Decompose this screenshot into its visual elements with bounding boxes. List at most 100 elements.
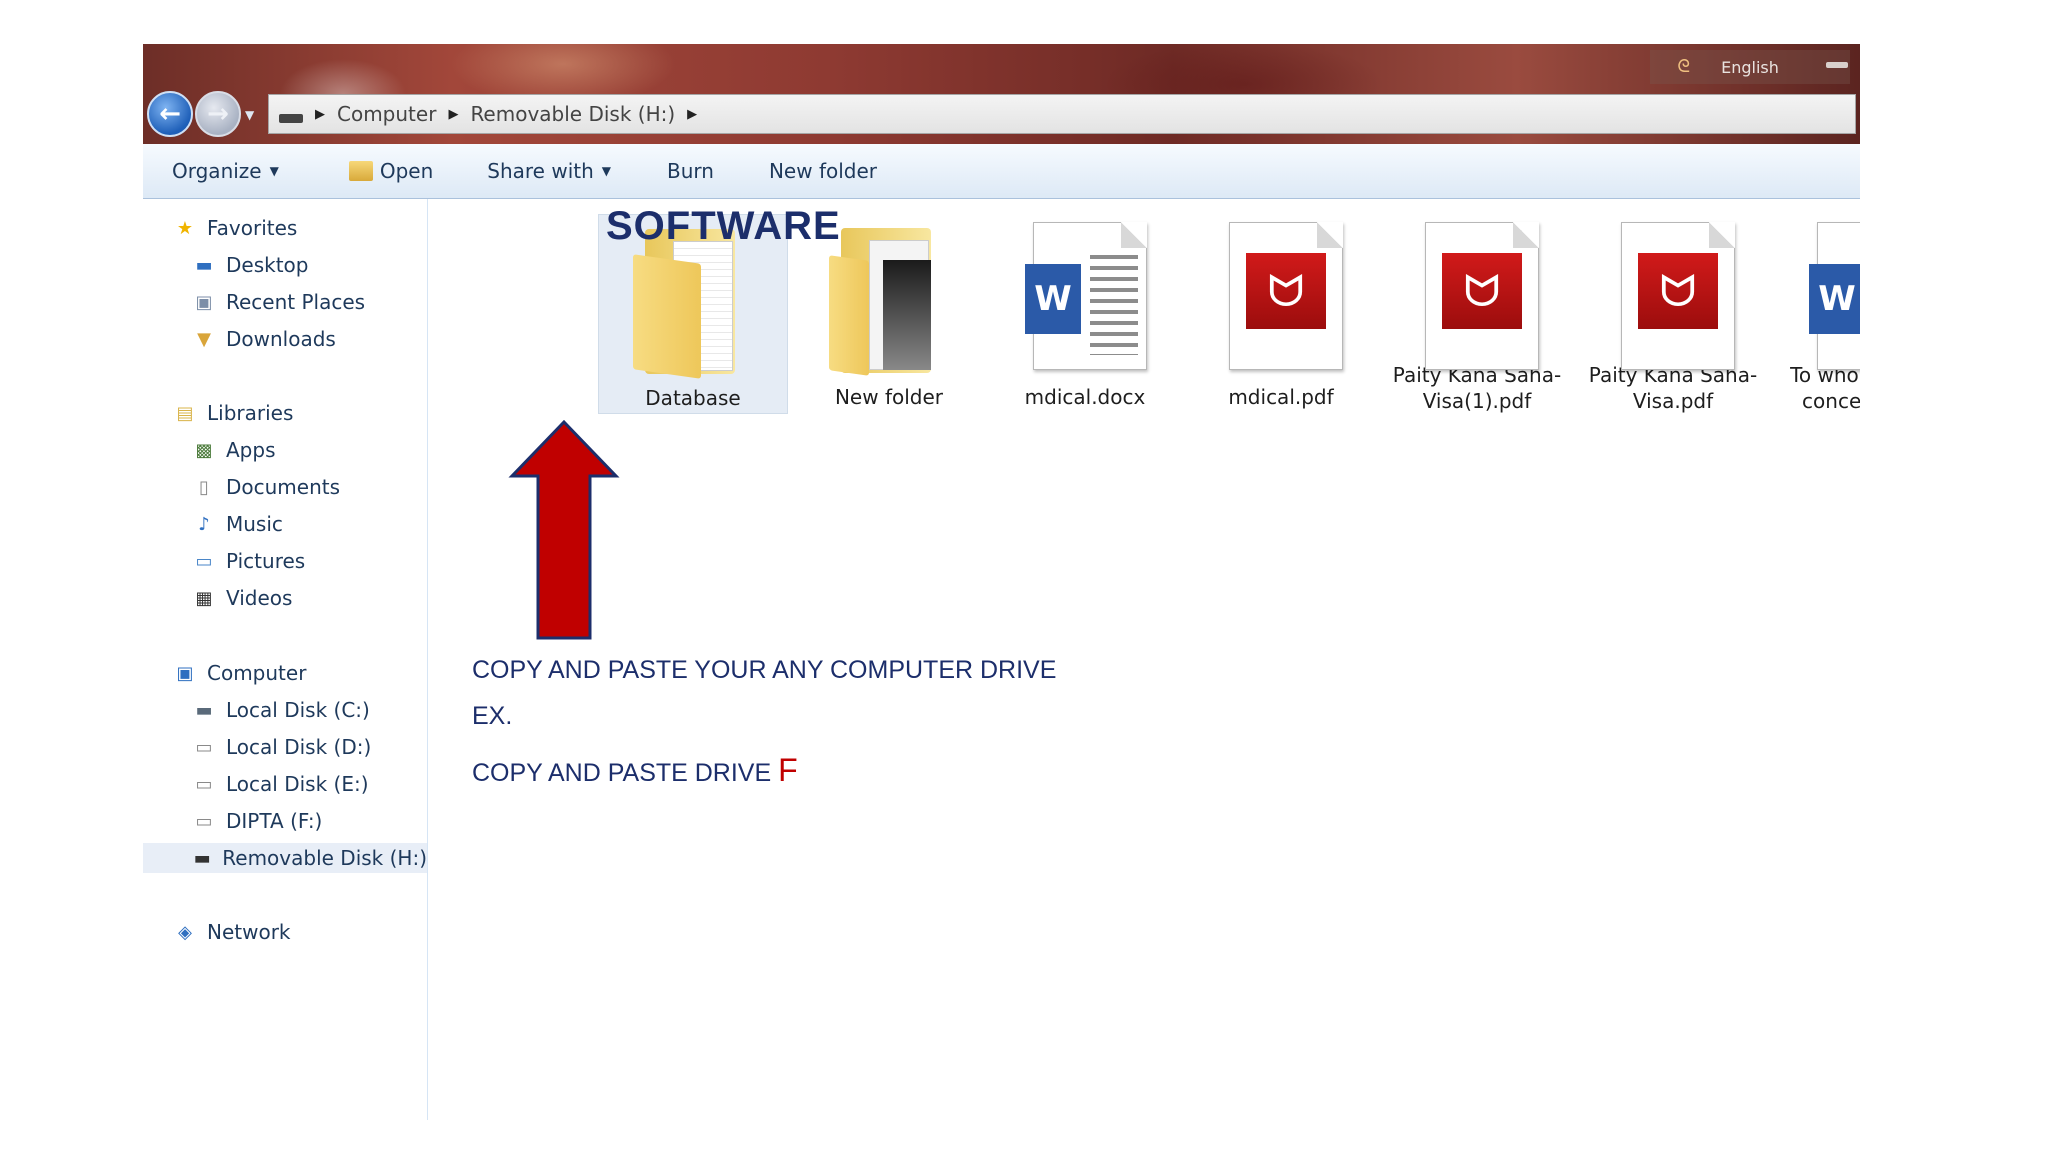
word-document-icon: W <box>1015 218 1155 378</box>
pdf-document-icon: ᗢ <box>1603 218 1743 370</box>
file-name: mdical.pdf <box>1228 385 1334 409</box>
sidebar-item-label: Libraries <box>207 401 294 425</box>
library-icon: ▤ <box>176 402 194 424</box>
sidebar-item-label: Videos <box>226 586 293 610</box>
sidebar-item-dipta-f[interactable]: ▭ DIPTA (F:) <box>192 806 322 836</box>
open-folder-icon <box>348 161 373 181</box>
sidebar-item-label: Removable Disk (H:) <box>222 846 427 870</box>
annotation-title: SOFTWARE <box>606 204 841 248</box>
sidebar-item-label: Network <box>207 920 291 944</box>
sidebar-item-libraries[interactable]: ▤ Libraries <box>173 398 293 428</box>
annotation-line-1: COPY AND PASTE YOUR ANY COMPUTER DRIVE <box>472 656 1057 684</box>
star-icon: ★ <box>176 217 194 239</box>
sidebar-item-videos[interactable]: ▦ Videos <box>192 583 292 613</box>
system-drive-icon: ▬ <box>195 699 213 721</box>
organize-button[interactable]: Organize ▼ <box>172 159 279 183</box>
share-with-button[interactable]: Share with ▼ <box>487 159 611 183</box>
sidebar-item-computer[interactable]: ▣ Computer <box>173 658 306 688</box>
file-name: Database <box>645 386 741 410</box>
desktop-icon: ▬ <box>195 254 213 276</box>
sidebar-item-network[interactable]: ◈ Network <box>173 917 291 947</box>
file-item-visa-pdf[interactable]: ᗢ Paity Kana Saha- Visa.pdf <box>1578 214 1768 414</box>
drive-icon: ▭ <box>195 810 213 832</box>
breadcrumb-removable-disk[interactable]: Removable Disk (H:) <box>470 102 675 126</box>
documents-icon: ▯ <box>199 476 209 498</box>
drive-icon <box>279 113 303 123</box>
annotation-line-2: EX. <box>472 702 513 730</box>
network-icon: ◈ <box>178 921 192 943</box>
sidebar-item-recent-places[interactable]: ▣ Recent Places <box>192 287 365 317</box>
apps-icon: ▩ <box>195 439 213 461</box>
sidebar-item-label: Local Disk (D:) <box>226 735 372 759</box>
sidebar-item-removable-disk-h[interactable]: ▬ Removable Disk (H:) <box>143 843 427 873</box>
language-label: English <box>1721 57 1779 77</box>
input-method-icon[interactable]: ᘓ <box>1677 56 1690 77</box>
sidebar-item-local-disk-d[interactable]: ▭ Local Disk (D:) <box>192 732 371 762</box>
file-name: mdical.docx <box>1024 385 1146 409</box>
sidebar-item-label: Apps <box>226 438 276 462</box>
sidebar-item-desktop[interactable]: ▬ Desktop <box>192 250 308 280</box>
sidebar-item-local-disk-c[interactable]: ▬ Local Disk (C:) <box>192 695 370 725</box>
sidebar-item-label: Music <box>226 512 283 536</box>
open-label: Open <box>379 159 434 183</box>
navigation-pane: ★ Favorites ▬ Desktop ▣ Recent Places ▼ … <box>143 199 428 1120</box>
back-button[interactable]: ← <box>147 91 193 137</box>
up-arrow-icon <box>508 420 620 640</box>
file-name-line: Visa(1).pdf <box>1422 389 1532 413</box>
sidebar-item-label: Recent Places <box>226 290 366 314</box>
computer-icon: ▣ <box>176 662 194 684</box>
annotation-line-3-text: COPY AND PASTE DRIVE <box>472 759 772 787</box>
explorer-window: ← → ▼ ▶ Computer ▶ Removable Disk (H:) ▶… <box>143 44 1860 1120</box>
caret-down-icon: ▼ <box>269 164 279 178</box>
word-document-icon: W <box>1799 218 1860 370</box>
file-item-to-whom-docx[interactable]: W To whom it may concern.docx <box>1774 214 1860 414</box>
sidebar-item-local-disk-e[interactable]: ▭ Local Disk (E:) <box>192 769 368 799</box>
film-strip-icon: ▦ <box>195 587 213 609</box>
annotation-drive-letter: F <box>778 752 798 788</box>
sidebar-item-documents[interactable]: ▯ Documents <box>192 472 340 502</box>
file-item-visa-1-pdf[interactable]: ᗢ Paity Kana Saha- Visa(1).pdf <box>1382 214 1572 414</box>
sidebar-item-label: Local Disk (C:) <box>226 698 370 722</box>
open-button[interactable]: Open <box>348 159 434 183</box>
file-item-mdical-docx[interactable]: W mdical.docx <box>990 214 1180 414</box>
drive-icon: ▭ <box>195 736 213 758</box>
back-arrow-icon: ← <box>159 99 181 129</box>
recent-pages-dropdown[interactable]: ▼ <box>245 108 254 122</box>
sidebar-item-music[interactable]: ♪ Music <box>192 509 283 539</box>
caret-down-icon: ▼ <box>601 164 612 178</box>
sidebar-item-label: DIPTA (F:) <box>226 809 323 833</box>
sidebar-item-pictures[interactable]: ▭ Pictures <box>192 546 305 576</box>
sidebar-item-downloads[interactable]: ▼ Downloads <box>192 324 336 354</box>
address-bar[interactable]: ▶ Computer ▶ Removable Disk (H:) ▶ <box>268 94 1856 134</box>
pictures-icon: ▭ <box>195 550 213 572</box>
new-folder-label: New folder <box>768 159 878 183</box>
pdf-document-icon: ᗢ <box>1407 218 1547 370</box>
burn-label: Burn <box>667 159 714 183</box>
forward-arrow-icon: → <box>207 99 229 129</box>
annotation-line-3: COPY AND PASTE DRIVE F <box>472 752 798 789</box>
share-with-label: Share with <box>487 159 594 183</box>
breadcrumb-computer[interactable]: Computer <box>337 102 436 126</box>
title-bar: ← → ▼ ▶ Computer ▶ Removable Disk (H:) ▶… <box>143 44 1860 144</box>
sidebar-item-label: Desktop <box>226 253 309 277</box>
minimize-language-bar-button[interactable] <box>1826 62 1848 68</box>
file-name-line: Visa.pdf <box>1632 389 1714 413</box>
chevron-right-icon[interactable]: ▶ <box>448 107 458 122</box>
sidebar-item-apps[interactable]: ▩ Apps <box>192 435 276 465</box>
chevron-right-icon[interactable]: ▶ <box>687 107 697 122</box>
pdf-document-icon: ᗢ <box>1211 218 1351 378</box>
file-item-mdical-pdf[interactable]: ᗢ mdical.pdf <box>1186 214 1376 414</box>
sidebar-item-label: Documents <box>226 475 341 499</box>
forward-button[interactable]: → <box>195 91 241 137</box>
downloads-icon: ▼ <box>197 328 211 350</box>
sidebar-item-label: Downloads <box>226 327 336 351</box>
new-folder-button[interactable]: New folder <box>769 159 877 183</box>
sidebar-item-label: Computer <box>207 661 307 685</box>
music-note-icon: ♪ <box>198 513 210 535</box>
sidebar-item-label: Pictures <box>226 549 306 573</box>
recent-places-icon: ▣ <box>195 291 213 313</box>
file-name: New folder <box>834 385 944 409</box>
chevron-right-icon[interactable]: ▶ <box>315 107 325 122</box>
sidebar-item-favorites[interactable]: ★ Favorites <box>173 213 297 243</box>
burn-button[interactable]: Burn <box>667 159 714 183</box>
